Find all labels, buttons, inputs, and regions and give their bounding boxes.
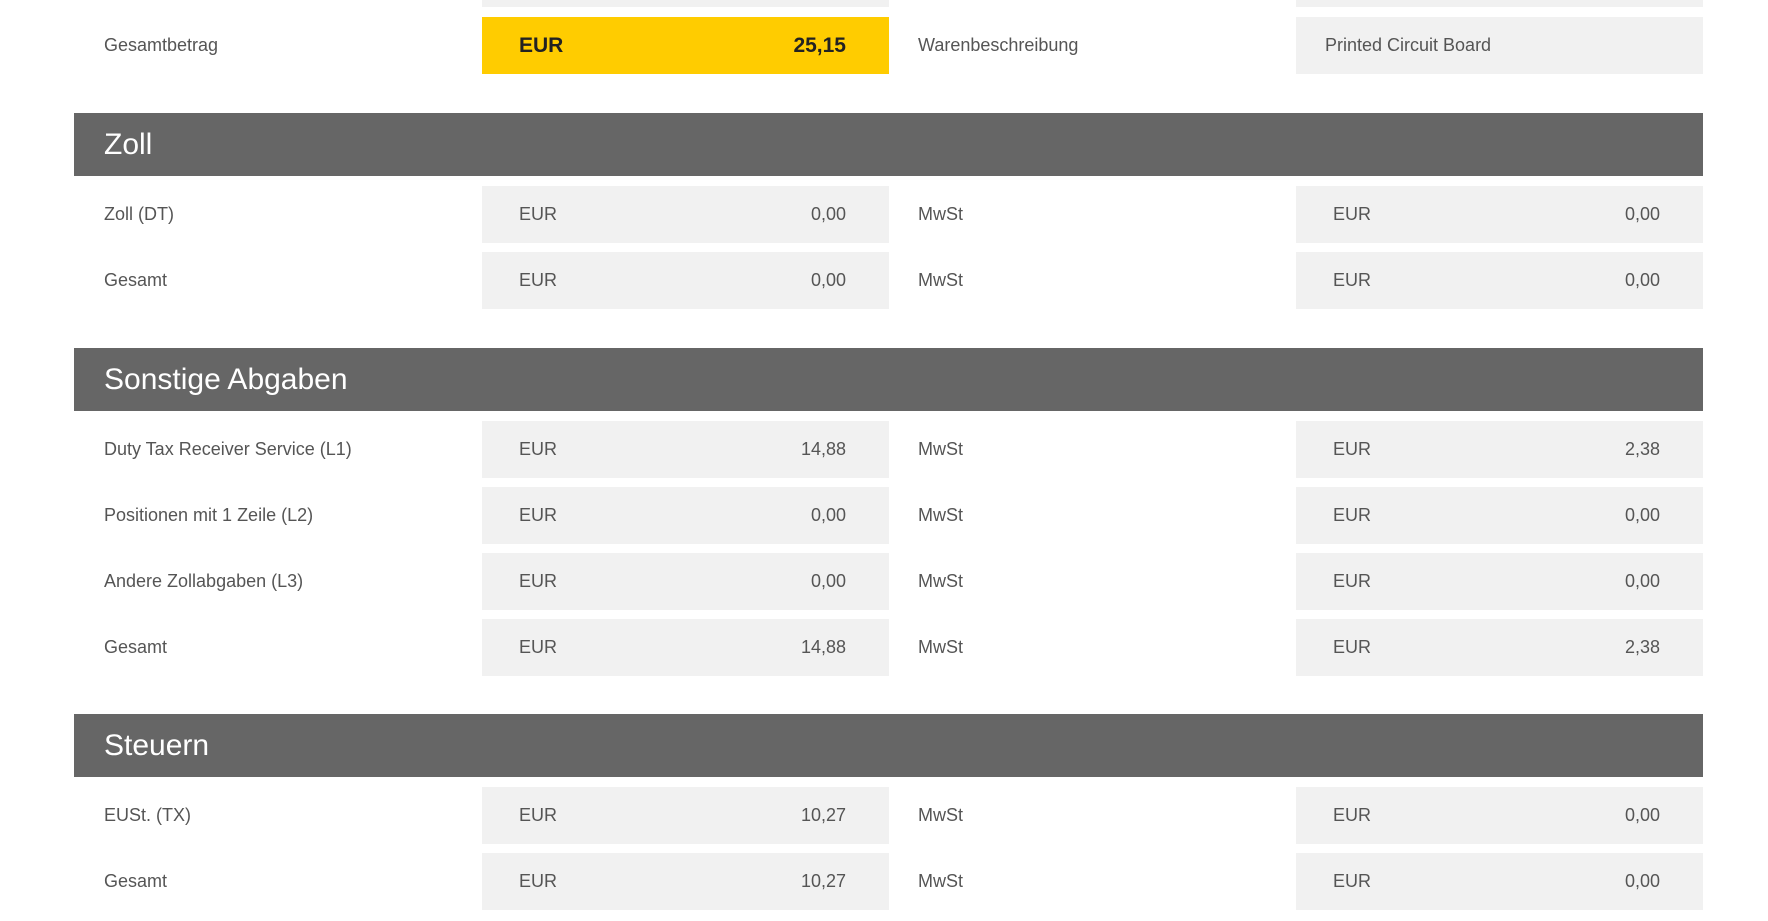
vat-amount-field: EUR 2,38 [1296,421,1703,478]
page: Gesamtbetrag EUR 25,15 Warenbeschreibung… [0,0,1768,921]
vat-amount-field: EUR 0,00 [1296,853,1703,910]
amount-field: EUR 10,27 [482,787,889,844]
amount: 14,88 [800,637,846,657]
vat-amount: 0,00 [1624,871,1660,891]
vat-label: MwSt [918,571,963,591]
currency: EUR [519,204,558,224]
sonstige-row-l2: Positionen mit 1 Zeile (L2) EUR 0,00 MwS… [74,487,1703,544]
total-amount-field: EUR 25,15 [482,17,889,74]
row-label: Duty Tax Receiver Service (L1) [104,439,352,459]
vat-label: MwSt [918,805,963,825]
currency: EUR [519,637,558,657]
vat-amount: 2,38 [1624,439,1660,459]
vat-currency: EUR [1333,439,1372,459]
amount: 10,27 [800,805,846,825]
currency: EUR [519,270,558,290]
currency: EUR [519,805,558,825]
description-value: Printed Circuit Board [1325,35,1492,55]
currency: EUR [519,871,558,891]
vat-label: MwSt [918,439,963,459]
vat-currency: EUR [1333,571,1372,591]
vat-amount-field: EUR 0,00 [1296,252,1703,309]
vat-label: MwSt [918,270,963,290]
zoll-row-total: Gesamt EUR 0,00 MwSt EUR 0,00 [74,252,1703,309]
vat-currency: EUR [1333,270,1372,290]
row-label: EUSt. (TX) [104,805,192,825]
description-label: Warenbeschreibung [918,35,1079,55]
vat-amount-field: EUR 0,00 [1296,787,1703,844]
section-title-steuern: Steuern [104,729,210,762]
amount: 0,00 [810,571,846,591]
vat-amount-field: EUR 2,38 [1296,619,1703,676]
section-header-steuern: Steuern [74,714,1703,777]
vat-label: MwSt [918,637,963,657]
vat-label: MwSt [918,204,963,224]
section-header-sonstige-abgaben: Sonstige Abgaben [74,348,1703,411]
amount: 0,00 [810,505,846,525]
vat-amount: 0,00 [1624,571,1660,591]
summary-row: Gesamtbetrag EUR 25,15 Warenbeschreibung… [74,17,1703,74]
currency: EUR [519,571,558,591]
vat-currency: EUR [1333,505,1372,525]
vat-amount-field: EUR 0,00 [1296,487,1703,544]
vat-amount: 2,38 [1624,637,1660,657]
previous-value-strip-left [482,0,889,7]
currency: EUR [519,439,558,459]
vat-currency: EUR [1333,871,1372,891]
steuern-row-total: Gesamt EUR 10,27 MwSt EUR 0,00 [74,853,1703,910]
row-label: Zoll (DT) [104,204,174,224]
currency: EUR [519,505,558,525]
sonstige-row-total: Gesamt EUR 14,88 MwSt EUR 2,38 [74,619,1703,676]
amount: 10,27 [800,871,846,891]
amount-field: EUR 10,27 [482,853,889,910]
vat-currency: EUR [1333,805,1372,825]
amount-field: EUR 0,00 [482,252,889,309]
vat-label: MwSt [918,871,963,891]
total-label: Gesamtbetrag [104,35,219,55]
section-header-zoll: Zoll [74,113,1703,176]
sonstige-row-l1: Duty Tax Receiver Service (L1) EUR 14,88… [74,421,1703,478]
previous-value-strip-right [1296,0,1703,7]
amount-field: EUR 0,00 [482,186,889,243]
row-label: Gesamt [104,270,168,290]
vat-amount: 0,00 [1624,505,1660,525]
amount-field: EUR 0,00 [482,487,889,544]
section-title-zoll: Zoll [104,128,153,161]
row-label: Positionen mit 1 Zeile (L2) [104,505,314,525]
vat-label: MwSt [918,505,963,525]
amount: 14,88 [800,439,846,459]
row-label: Gesamt [104,637,168,657]
amount-field: EUR 0,00 [482,553,889,610]
total-currency: EUR [519,34,564,57]
vat-amount-field: EUR 0,00 [1296,186,1703,243]
zoll-row-duty: Zoll (DT) EUR 0,00 MwSt EUR 0,00 [74,186,1703,243]
amount: 0,00 [810,270,846,290]
vat-currency: EUR [1333,204,1372,224]
steuern-row-eust: EUSt. (TX) EUR 10,27 MwSt EUR 0,00 [74,787,1703,844]
row-label: Andere Zollabgaben (L3) [104,571,304,591]
total-amount: 25,15 [793,34,846,57]
description-field: Printed Circuit Board [1296,17,1703,74]
amount-field: EUR 14,88 [482,421,889,478]
vat-amount: 0,00 [1624,204,1660,224]
row-label: Gesamt [104,871,168,891]
sonstige-row-l3: Andere Zollabgaben (L3) EUR 0,00 MwSt EU… [74,553,1703,610]
vat-amount-field: EUR 0,00 [1296,553,1703,610]
vat-amount: 0,00 [1624,270,1660,290]
previous-row-strip [74,0,1703,7]
vat-amount: 0,00 [1624,805,1660,825]
section-title-sonstige-abgaben: Sonstige Abgaben [104,363,348,396]
amount-field: EUR 14,88 [482,619,889,676]
amount: 0,00 [810,204,846,224]
vat-currency: EUR [1333,637,1372,657]
